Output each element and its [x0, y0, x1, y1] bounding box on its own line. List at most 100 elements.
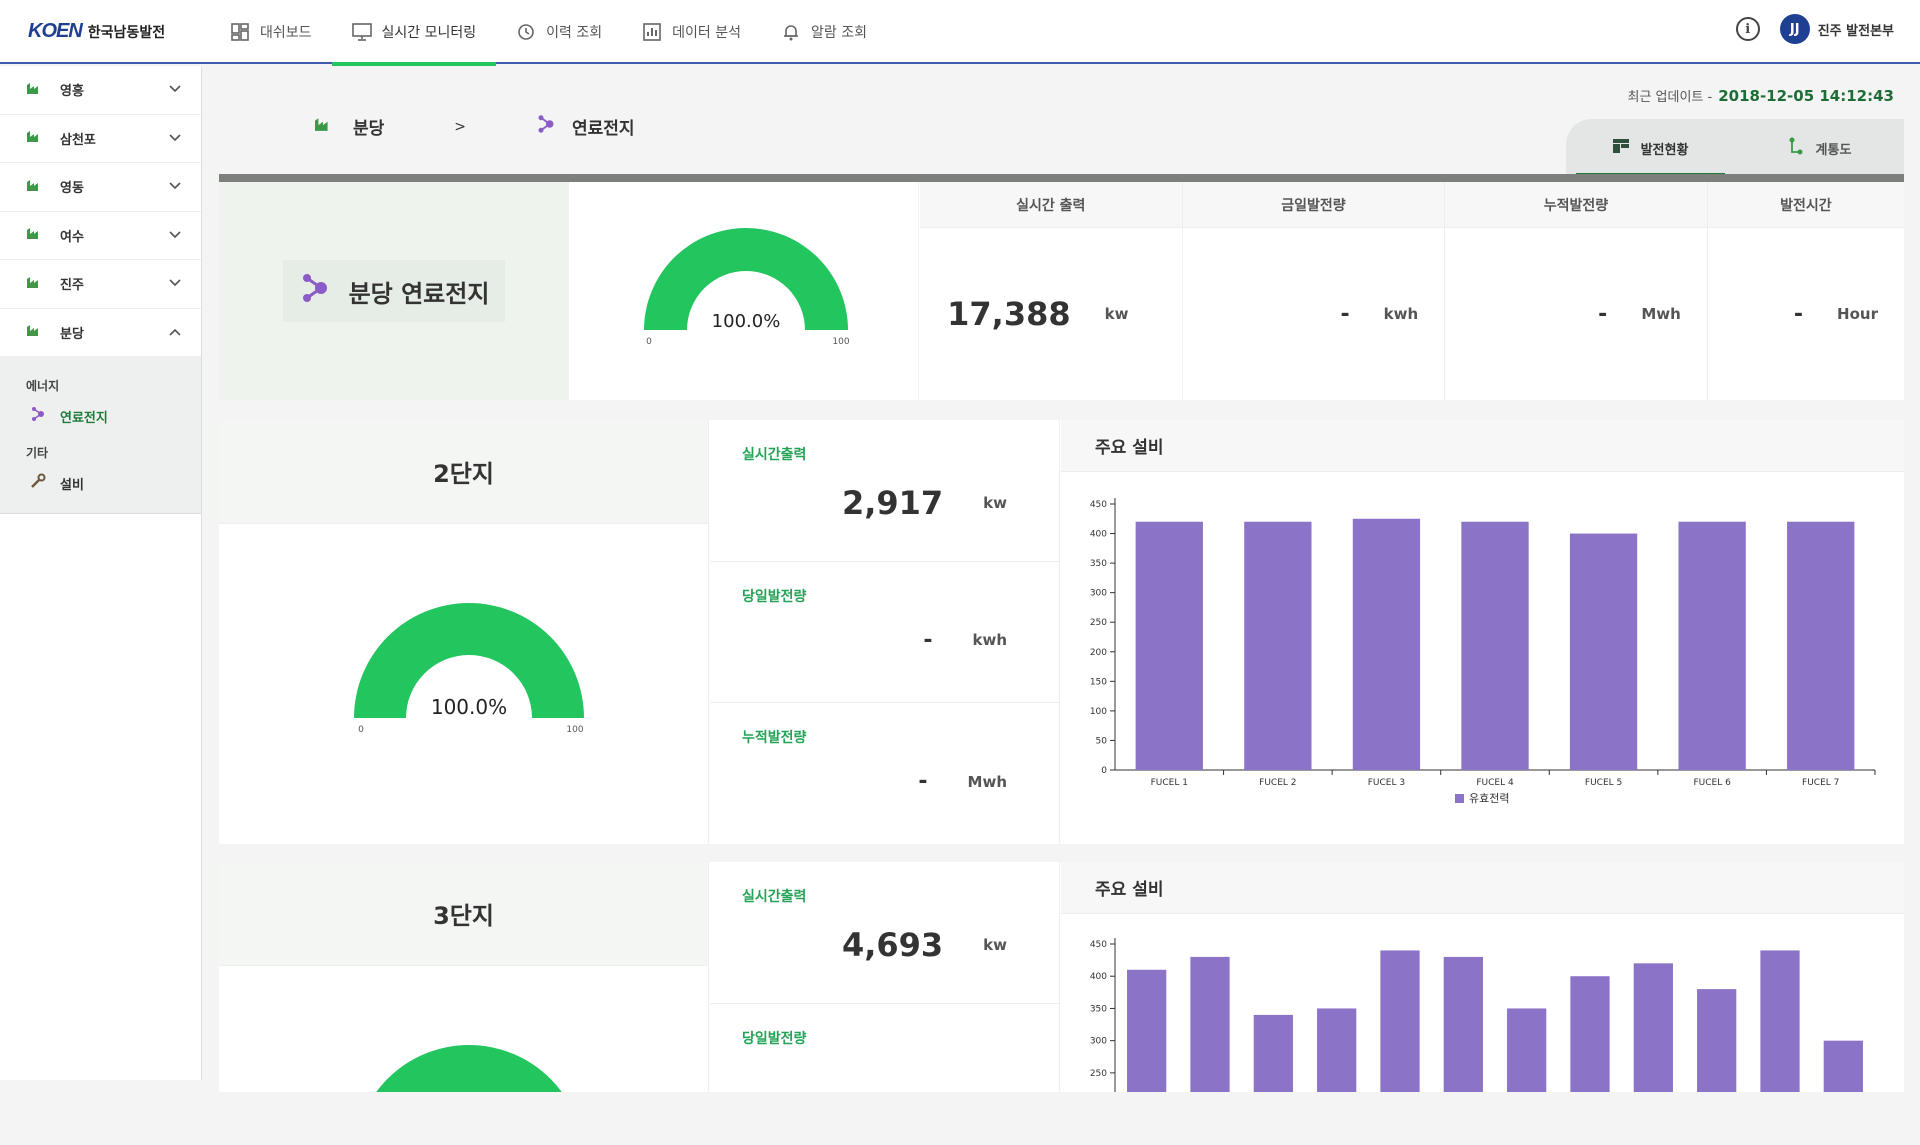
col-head: 누적발전량	[1445, 182, 1707, 228]
col-unit: kw	[1105, 305, 1129, 323]
nav-history[interactable]: 이력 조회	[496, 0, 622, 64]
nav-dashboard[interactable]: 대쉬보드	[210, 0, 332, 64]
block-metrics: 실시간출력 2,917kw 당일발전량 -kwh 누적발전량 -Mwh	[710, 420, 1060, 844]
sidebar: 영흥 삼천포 영동 여수 진주 분당 에너지 연료전지 기타 설비	[0, 66, 202, 1080]
sidebar-item-jinju[interactable]: 진주	[0, 260, 201, 309]
bar	[1570, 976, 1609, 1092]
sub-item-label: 연료전지	[60, 407, 108, 426]
bell-icon	[781, 22, 801, 42]
block-metrics: 실시간출력 4,693kw 당일발전량	[710, 862, 1060, 1092]
update-time: 2018-12-05 14:12:43	[1718, 87, 1894, 105]
avatar: JJ	[1780, 14, 1810, 44]
sidebar-item-yeosu[interactable]: 여수	[0, 212, 201, 261]
block-chart: 주요 설비 250300350400450	[1061, 862, 1904, 1092]
plant-icon	[26, 323, 42, 341]
tab-label: 계통도	[1816, 139, 1852, 158]
user-menu[interactable]: JJ 진주 발전본부	[1780, 14, 1894, 44]
summary-columns: 실시간 출력 17,388kw 금일발전량 -kwh 누적발전량 -Mwh 발전…	[920, 182, 1904, 400]
sidebar-item-samcheonpo[interactable]: 삼천포	[0, 115, 201, 164]
block-gauge: 100.0% 0 100	[219, 524, 709, 844]
gauge-max: 100	[566, 725, 583, 735]
tab-diagram[interactable]: 계통도	[1735, 119, 1904, 177]
y-tick-label: 50	[1096, 736, 1108, 746]
y-tick-label: 250	[1090, 1069, 1107, 1079]
history-icon	[516, 22, 536, 42]
y-tick-label: 400	[1090, 972, 1107, 982]
fuel-cell-icon	[299, 272, 331, 310]
x-tick-label: FUCEL 7	[1802, 778, 1839, 788]
chevron-down-icon	[169, 82, 181, 97]
bar	[1824, 1041, 1863, 1092]
breadcrumb-site[interactable]: 분당	[353, 114, 384, 139]
dashboard-icon	[230, 22, 250, 42]
x-tick-label: FUCEL 2	[1259, 778, 1296, 788]
x-tick-label: FUCEL 1	[1151, 778, 1188, 788]
nav-data-analysis[interactable]: 데이터 분석	[622, 0, 761, 64]
sidebar-item-label: 분당	[60, 323, 169, 342]
y-tick-label: 200	[1090, 648, 1107, 658]
metric-realtime-output: 실시간출력 4,693kw	[710, 862, 1059, 1004]
sidebar-item-yeongdong[interactable]: 영동	[0, 163, 201, 212]
sub-item-fuel-cell[interactable]: 연료전지	[0, 398, 201, 434]
breadcrumb-page: 연료전지	[572, 114, 635, 139]
nav-dashboard-label: 대쉬보드	[260, 22, 312, 42]
y-tick-label: 150	[1090, 677, 1107, 687]
grid-icon	[1613, 139, 1629, 157]
metric-value: -	[923, 628, 932, 653]
breadcrumb: 분당 > 연료전지	[313, 114, 635, 139]
x-tick-label: FUCEL 6	[1693, 778, 1731, 788]
bar	[1787, 522, 1854, 770]
bar	[1444, 957, 1483, 1092]
bar	[1570, 534, 1637, 770]
logo-text: 한국남동발전	[88, 22, 165, 42]
sidebar-item-yeongheung[interactable]: 영흥	[0, 66, 201, 115]
nav-alarm[interactable]: 알람 조회	[761, 0, 887, 64]
block-complex-2: 2단지 100.0% 0 100 실시간출력 2,917kw 당일발전량 -kw…	[219, 420, 1904, 844]
nav-realtime-monitoring[interactable]: 실시간 모니터링	[332, 0, 497, 64]
sidebar-item-label: 영동	[60, 177, 169, 196]
bar	[1697, 989, 1736, 1092]
chart-icon	[642, 22, 662, 42]
metric-label: 누적발전량	[742, 727, 806, 747]
chart-title: 주요 설비	[1061, 420, 1904, 472]
plant-icon	[313, 116, 333, 137]
sub-item-label: 설비	[60, 474, 84, 493]
top-bar: KOEN 한국남동발전 대쉬보드 실시간 모니터링 이력 조회 데이터 분석 알…	[0, 0, 1920, 64]
col-head: 발전시간	[1708, 182, 1904, 228]
bar	[1760, 950, 1799, 1092]
fuel-cell-icon	[536, 114, 556, 139]
metric-label: 당일발전량	[742, 586, 806, 606]
sidebar-item-label: 삼천포	[60, 129, 169, 148]
plant-icon	[26, 129, 42, 147]
block-gauge	[219, 966, 709, 1092]
chevron-down-icon	[169, 276, 181, 291]
col-unit: Hour	[1837, 305, 1878, 323]
x-tick-label: FUCEL 4	[1476, 778, 1514, 788]
summary-title-area: 분당 연료전지	[219, 182, 569, 400]
sidebar-item-label: 진주	[60, 274, 169, 293]
y-tick-label: 0	[1101, 766, 1107, 776]
logo-mark: KOEN	[28, 20, 82, 43]
tab-label: 발전현황	[1641, 139, 1689, 158]
info-icon[interactable]: i	[1736, 17, 1760, 41]
user-name: 진주 발전본부	[1818, 20, 1894, 39]
block-name: 2단지	[219, 420, 708, 524]
sidebar-submenu: 에너지 연료전지 기타 설비	[0, 357, 201, 514]
diagram-icon	[1788, 137, 1804, 159]
block-chart: 주요 설비 050100150200250300350400450FUCEL 1…	[1061, 420, 1904, 844]
gauge-value: 100.0%	[431, 695, 507, 719]
y-tick-label: 250	[1090, 618, 1107, 628]
chart-title: 주요 설비	[1061, 862, 1904, 914]
tab-generation-status[interactable]: 발전현황	[1566, 119, 1735, 177]
sidebar-item-bundang[interactable]: 분당	[0, 309, 201, 358]
metric-value: 2,917	[842, 484, 943, 522]
bar	[1317, 1008, 1356, 1092]
sub-item-equipment[interactable]: 설비	[0, 465, 201, 501]
legend-swatch	[1455, 794, 1464, 803]
nav-history-label: 이력 조회	[546, 22, 602, 42]
logo[interactable]: KOEN 한국남동발전	[28, 20, 165, 43]
legend-label: 유효전력	[1469, 792, 1509, 805]
gauge-min: 0	[358, 725, 364, 735]
y-tick-label: 100	[1090, 707, 1107, 717]
gauge-max: 100	[832, 337, 849, 347]
